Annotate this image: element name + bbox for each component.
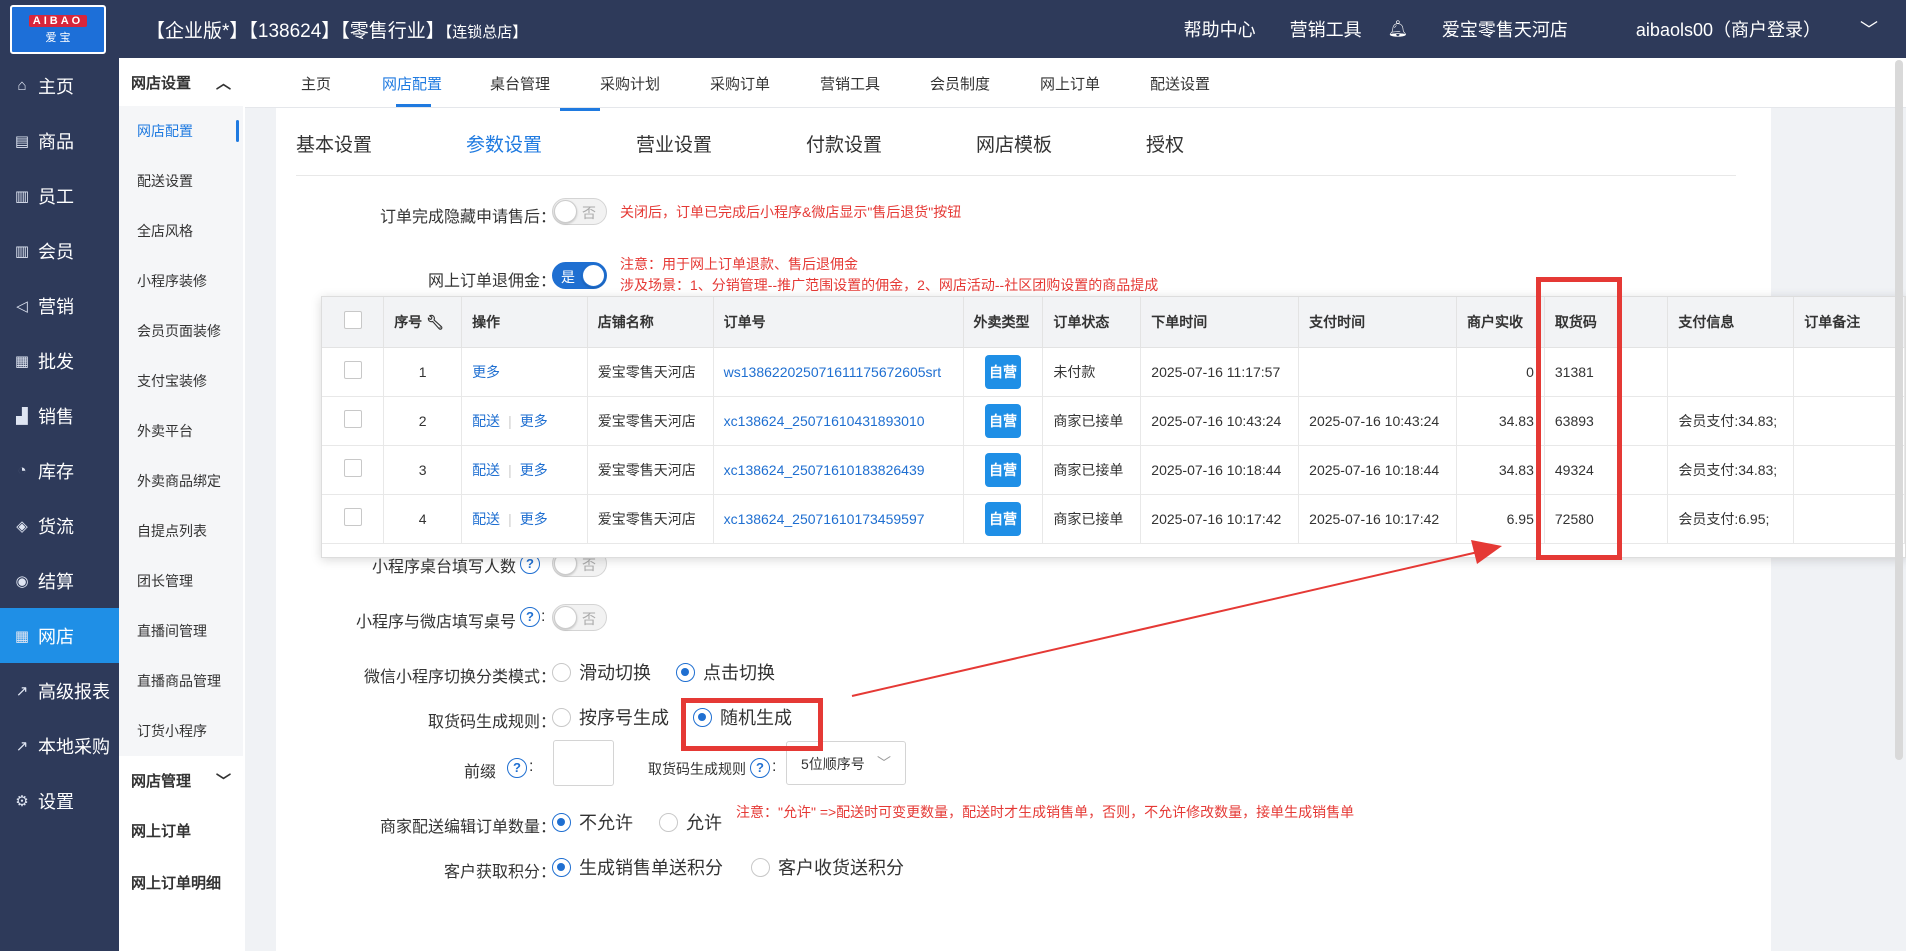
arrow-line	[851, 551, 1479, 697]
annotation-arrow	[851, 540, 1502, 697]
arrow-head	[1471, 540, 1502, 564]
page-scrollbar[interactable]	[1895, 60, 1903, 760]
